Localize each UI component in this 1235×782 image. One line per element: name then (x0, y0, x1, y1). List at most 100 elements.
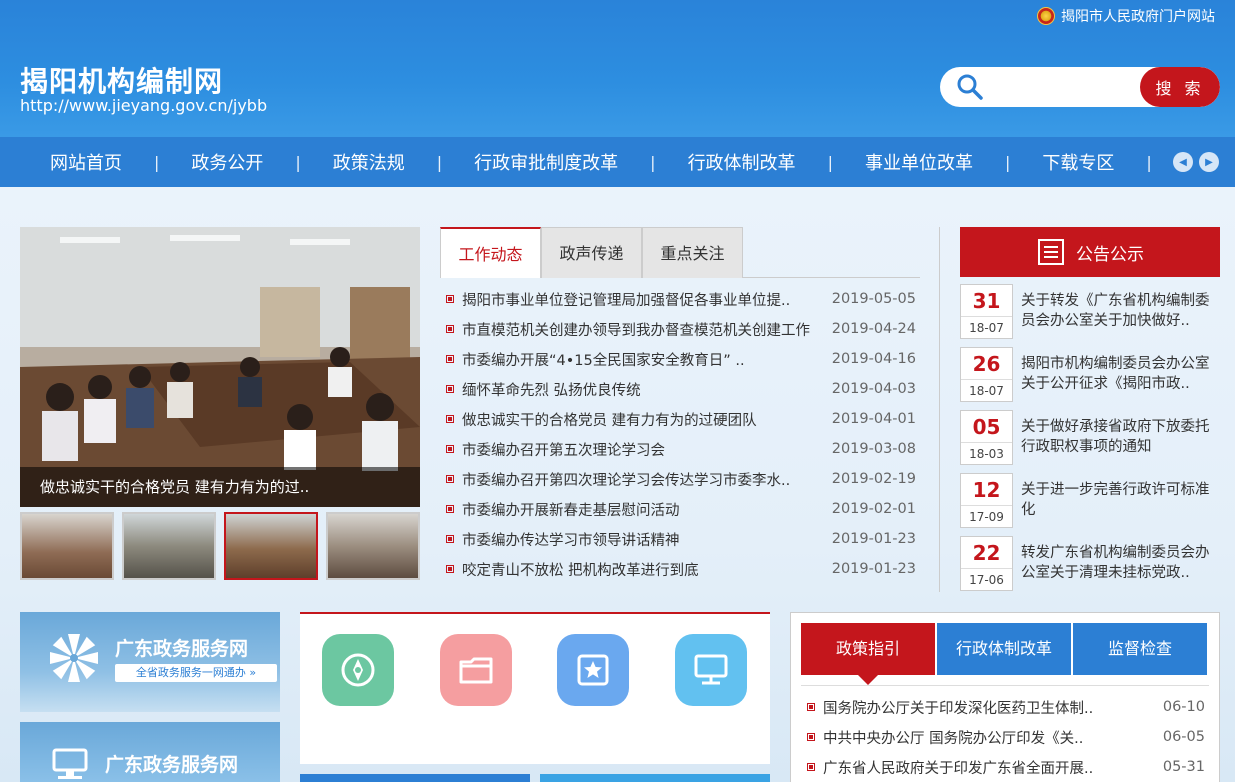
news-title[interactable]: 市委编办传达学习市领导讲话精神 (462, 529, 830, 550)
photo-slider[interactable]: 做忠诚实干的合格党员 建有力有为的过.. (20, 227, 420, 507)
service-star-button[interactable] (557, 634, 629, 706)
notice-item[interactable]: 05 18-03 关于做好承接省政府下放委托行政职权事项的通知 (960, 406, 1220, 469)
notice-month: 18-07 (969, 321, 1004, 335)
search-button[interactable]: 搜 索 (1140, 67, 1220, 107)
slide-caption[interactable]: 做忠诚实干的合格党员 建有力有为的过.. (20, 467, 420, 507)
nav-item-policies[interactable]: 政策法规 (301, 149, 437, 175)
main-nav: 网站首页 | 政务公开 | 政策法规 | 行政审批制度改革 | 行政体制改革 |… (0, 137, 1235, 187)
tab-admin-system-reform[interactable]: 行政体制改革 (937, 623, 1071, 675)
nav-item-admin-reform[interactable]: 行政体制改革 (656, 149, 828, 175)
notice-text[interactable]: 关于做好承接省政府下放委托行政职权事项的通知 (1021, 417, 1220, 459)
notice-text[interactable]: 关于进一步完善行政许可标准化 (1021, 480, 1220, 522)
news-tabs: 工作动态 政声传递 重点关注 (440, 227, 920, 278)
notice-item[interactable]: 26 18-07 揭阳市机构编制委员会办公室关于公开征求《揭阳市政.. (960, 343, 1220, 406)
notice-text[interactable]: 关于转发《广东省机构编制委员会办公室关于加快做好.. (1021, 291, 1220, 333)
nav-separator: | (1004, 152, 1011, 172)
notice-day: 26 (961, 348, 1012, 380)
notice-item[interactable]: 31 18-07 关于转发《广东省机构编制委员会办公室关于加快做好.. (960, 280, 1220, 343)
tab-policy-guide[interactable]: 政策指引 (801, 623, 935, 685)
slider-thumbnail-active[interactable] (224, 512, 318, 580)
nav-next-arrow-icon[interactable]: ▶ (1199, 152, 1219, 172)
gd-gov-service-banner-2[interactable]: 广东政务服务网 (20, 722, 280, 782)
news-item[interactable]: 咬定青山不放松 把机构改革进行到底 2019-01-23 (440, 554, 920, 584)
nav-item-institution-reform[interactable]: 事业单位改革 (833, 149, 1005, 175)
news-item[interactable]: 市直模范机关创建办领导到我办督查模范机关创建工作 2019-04-24 (440, 314, 920, 344)
banner-subtitle: 全省政务服务一网通办 » (115, 664, 277, 682)
notice-item[interactable]: 22 17-06 转发广东省机构编制委员会办公室关于清理未挂标党政.. (960, 532, 1220, 595)
nav-items: 网站首页 | 政务公开 | 政策法规 | 行政审批制度改革 | 行政体制改革 |… (18, 149, 1152, 175)
slider-thumbnail[interactable] (20, 512, 114, 580)
nav-separator: | (295, 152, 301, 172)
news-title[interactable]: 市直模范机关创建办领导到我办督查模范机关创建工作 (462, 319, 830, 340)
news-date: 2019-04-24 (831, 321, 916, 337)
star-badge-icon (577, 654, 609, 686)
pinwheel-logo-icon (50, 634, 98, 682)
nav-item-home[interactable]: 网站首页 (18, 149, 154, 175)
news-title[interactable]: 市委编办开展“4•15全民国家安全教育日” .. (462, 349, 830, 370)
tab-policy-voice[interactable]: 政声传递 (541, 227, 642, 278)
notice-item[interactable]: 12 17-09 关于进一步完善行政许可标准化 (960, 469, 1220, 532)
news-date: 2019-04-16 (831, 351, 916, 367)
news-title[interactable]: 咬定青山不放松 把机构改革进行到底 (462, 559, 830, 580)
bottom-strip-blue (300, 774, 530, 782)
news-title[interactable]: 做忠诚实干的合格党员 建有力有为的过硬团队 (462, 409, 830, 430)
news-item[interactable]: 缅怀革命先烈 弘扬优良传统 2019-04-03 (440, 374, 920, 404)
news-date: 2019-03-08 (831, 441, 916, 457)
tab-supervision[interactable]: 监督检查 (1073, 623, 1207, 675)
notice-day: 05 (961, 411, 1012, 443)
policy-item[interactable]: 广东省人民政府关于印发广东省全面开展.. 05-31 (801, 752, 1209, 782)
bullet-icon (446, 355, 454, 363)
nav-separator: | (827, 152, 833, 172)
news-title[interactable]: 缅怀革命先烈 弘扬优良传统 (462, 379, 830, 400)
banner-title: 广东政务服务网 (105, 754, 239, 776)
notice-header[interactable]: 公告公示 (960, 227, 1220, 277)
news-item[interactable]: 市委编办传达学习市领导讲话精神 2019-01-23 (440, 524, 920, 554)
news-item[interactable]: 市委编办开展“4•15全民国家安全教育日” .. 2019-04-16 (440, 344, 920, 374)
document-list-icon (1038, 239, 1064, 265)
news-item[interactable]: 市委编办召开第五次理论学习会 2019-03-08 (440, 434, 920, 464)
policy-panel: 政策指引 行政体制改革 监督检查 国务院办公厅关于印发深化医药卫生体制.. 06-… (790, 612, 1220, 782)
bullet-icon (446, 295, 454, 303)
news-title[interactable]: 市委编办召开第四次理论学习会传达学习市委李水.. (462, 469, 830, 490)
notice-text[interactable]: 揭阳市机构编制委员会办公室关于公开征求《揭阳市政.. (1021, 354, 1220, 396)
notice-month: 18-07 (969, 384, 1004, 398)
service-folder-button[interactable] (440, 634, 512, 706)
slider-thumbnail[interactable] (122, 512, 216, 580)
compass-icon (341, 653, 375, 687)
policy-title[interactable]: 广东省人民政府关于印发广东省全面开展.. (823, 757, 1149, 778)
news-date: 2019-04-01 (831, 411, 916, 427)
nav-item-gov-affairs[interactable]: 政务公开 (159, 149, 295, 175)
bullet-icon (446, 475, 454, 483)
nav-item-approval-reform[interactable]: 行政审批制度改革 (442, 149, 650, 175)
nav-separator: | (154, 152, 160, 172)
policy-item[interactable]: 中共中央办公厅 国务院办公厅印发《关.. 06-05 (801, 722, 1209, 752)
policy-title[interactable]: 国务院办公厅关于印发深化医药卫生体制.. (823, 697, 1149, 718)
news-title[interactable]: 市委编办开展新春走基层慰问活动 (462, 499, 830, 520)
monitor-icon (694, 654, 728, 685)
service-monitor-button[interactable] (675, 634, 747, 706)
portal-link[interactable]: 揭阳市人民政府门户网站 (1037, 6, 1215, 26)
policy-item[interactable]: 国务院办公厅关于印发深化医药卫生体制.. 06-10 (801, 692, 1209, 722)
gd-gov-service-banner[interactable]: 广东政务服务网 全省政务服务一网通办 » (20, 612, 280, 712)
news-date: 2019-01-23 (831, 561, 916, 577)
policy-title[interactable]: 中共中央办公厅 国务院办公厅印发《关.. (823, 727, 1149, 748)
news-item[interactable]: 做忠诚实干的合格党员 建有力有为的过硬团队 2019-04-01 (440, 404, 920, 434)
news-title[interactable]: 揭阳市事业单位登记管理局加强督促各事业单位提.. (462, 289, 830, 310)
nav-item-downloads[interactable]: 下载专区 (1010, 149, 1146, 175)
bullet-icon (446, 535, 454, 543)
nav-prev-arrow-icon[interactable]: ◀ (1173, 152, 1193, 172)
bullet-icon (446, 385, 454, 393)
news-item[interactable]: 市委编办召开第四次理论学习会传达学习市委李水.. 2019-02-19 (440, 464, 920, 494)
news-title[interactable]: 市委编办召开第五次理论学习会 (462, 439, 830, 460)
notice-text[interactable]: 转发广东省机构编制委员会办公室关于清理未挂标党政.. (1021, 543, 1220, 585)
news-item[interactable]: 市委编办开展新春走基层慰问活动 2019-02-01 (440, 494, 920, 524)
notice-title: 公告公示 (1076, 244, 1144, 265)
news-item[interactable]: 揭阳市事业单位登记管理局加强督促各事业单位提.. 2019-05-05 (440, 284, 920, 314)
search-input[interactable] (992, 75, 1132, 99)
policy-date: 06-10 (1162, 699, 1205, 715)
tab-key-focus[interactable]: 重点关注 (642, 227, 743, 278)
service-compass-button[interactable] (322, 634, 394, 706)
slider-thumbnail[interactable] (326, 512, 420, 580)
tab-work-updates[interactable]: 工作动态 (440, 227, 541, 278)
notice-day: 22 (961, 537, 1012, 569)
